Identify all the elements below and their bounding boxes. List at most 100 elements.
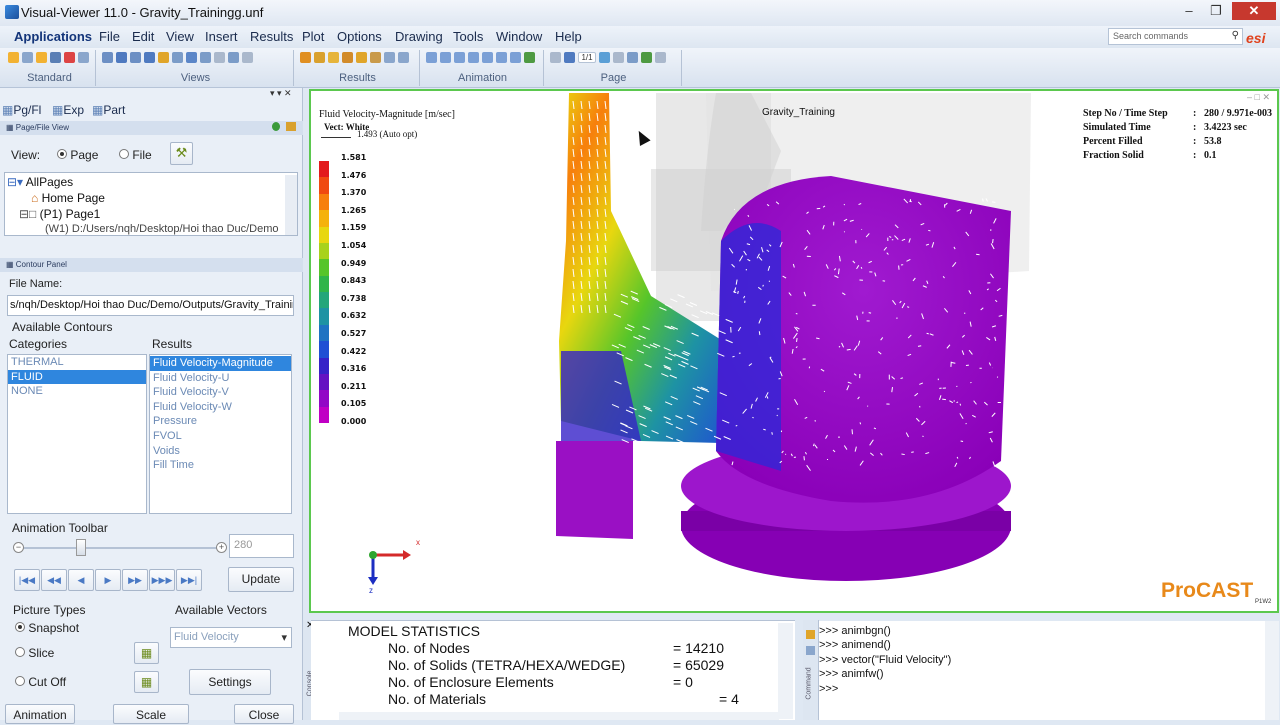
- slice-settings-icon[interactable]: ▦: [134, 642, 159, 664]
- legend-swatch: [319, 276, 329, 292]
- menu-view[interactable]: View: [166, 29, 194, 44]
- anim-fast-back-button[interactable]: ◀◀: [41, 569, 67, 591]
- console-scrollbar[interactable]: [778, 623, 793, 719]
- result-fvol[interactable]: FVOL: [150, 429, 291, 444]
- result-fluid-velocity-magnitude[interactable]: Fluid Velocity-Magnitude: [150, 356, 291, 371]
- page-icons[interactable]: 1/1: [550, 52, 666, 68]
- step-number-field[interactable]: 280: [229, 534, 294, 558]
- animation-button[interactable]: Animation: [5, 704, 75, 724]
- graphics-viewport[interactable]: Fluid Velocity-Magnitude [m/sec] Vect: W…: [309, 89, 1279, 613]
- tab-page-file-label: Pg/Fl: [13, 103, 41, 117]
- viewport-controls-icon[interactable]: – □ ✕: [1247, 92, 1270, 103]
- update-button[interactable]: Update: [228, 567, 294, 592]
- menu-file[interactable]: File: [99, 29, 120, 44]
- legend-swatch: [319, 374, 329, 390]
- tree-node-page1[interactable]: ⊟□ (P1) Page1: [19, 207, 100, 221]
- result-pressure[interactable]: Pressure: [150, 414, 291, 429]
- slider-minus-icon[interactable]: −: [13, 542, 24, 553]
- vector-select[interactable]: Fluid Velocity ▾: [170, 627, 292, 648]
- menu-applications[interactable]: Applications: [14, 29, 92, 44]
- tree-node-window1[interactable]: (W1) D:/Users/nqh/Desktop/Hoi thao Duc/D…: [45, 223, 279, 235]
- categories-list: THERMAL FLUID NONE: [7, 354, 147, 514]
- views-icons[interactable]: [102, 52, 253, 68]
- stat-label-solids: No. of Solids (TETRA/HEXA/WEDGE): [388, 657, 625, 673]
- contour-panel-title: Contour Panel: [16, 260, 67, 269]
- filter-icon[interactable]: [286, 122, 296, 131]
- result-voids[interactable]: Voids: [150, 444, 291, 459]
- result-fluid-velocity-w[interactable]: Fluid Velocity-W: [150, 400, 291, 415]
- category-thermal[interactable]: THERMAL: [8, 355, 146, 370]
- page-number-field[interactable]: 1/1: [578, 52, 596, 63]
- picture-option-cutoff[interactable]: Cut Off: [15, 675, 66, 689]
- legend-swatch: [319, 390, 329, 406]
- menu-results[interactable]: Results: [250, 29, 293, 44]
- command-clear-icon[interactable]: [806, 646, 815, 655]
- tree-node-page1-label: (P1) Page1: [40, 207, 101, 221]
- minimize-button[interactable]: –: [1176, 2, 1202, 20]
- radio-icon: [119, 149, 129, 159]
- command-run-icon[interactable]: [806, 630, 815, 639]
- result-fill-time[interactable]: Fill Time: [150, 458, 291, 473]
- menu-edit[interactable]: Edit: [132, 29, 154, 44]
- chevron-down-icon: ▾: [281, 631, 287, 644]
- view-option-file[interactable]: File: [119, 148, 152, 162]
- results-icons[interactable]: [300, 52, 409, 68]
- toolbar-group-results: Results: [296, 50, 420, 86]
- file-name-field[interactable]: s/nqh/Desktop/Hoi thao Duc/Demo/Outputs/…: [7, 295, 294, 316]
- standard-icons[interactable]: [8, 52, 89, 68]
- anim-step-forward-button[interactable]: ▶▶: [122, 569, 148, 591]
- menu-window[interactable]: Window: [496, 29, 542, 44]
- view-label: View:: [11, 148, 40, 162]
- info-value: 53.8: [1204, 136, 1222, 147]
- info-value: 0.1: [1204, 150, 1217, 161]
- animation-icons[interactable]: [426, 52, 535, 68]
- picture-option-slice[interactable]: Slice: [15, 646, 54, 660]
- view-option-page[interactable]: Page: [57, 148, 98, 162]
- command-output[interactable]: >>> animbgn() >>> animend() >>> vector("…: [819, 621, 1265, 720]
- stat-label-enclosure: No. of Enclosure Elements: [388, 674, 554, 690]
- velocity-arrow: [752, 417, 753, 418]
- tree-scrollbar[interactable]: [285, 175, 297, 235]
- refresh-icon[interactable]: [272, 122, 280, 131]
- pick-tool-button[interactable]: ⚒: [170, 142, 193, 165]
- velocity-arrow: [777, 415, 778, 416]
- anim-fast-forward-button[interactable]: ▶▶▶: [149, 569, 175, 591]
- menu-options[interactable]: Options: [337, 29, 382, 44]
- console-hscrollbar[interactable]: [339, 712, 779, 720]
- panel-controls-icon[interactable]: ▾ ▾ ✕: [270, 88, 292, 99]
- settings-button[interactable]: Settings: [189, 669, 271, 695]
- menu-help[interactable]: Help: [555, 29, 582, 44]
- menu-plot[interactable]: Plot: [302, 29, 324, 44]
- close-panel-button[interactable]: Close: [234, 704, 294, 724]
- menu-drawing[interactable]: Drawing: [395, 29, 443, 44]
- restore-button[interactable]: ❐: [1203, 2, 1229, 20]
- picture-option-snapshot[interactable]: Snapshot: [15, 621, 79, 635]
- menu-tools[interactable]: Tools: [453, 29, 483, 44]
- animation-slider-thumb[interactable]: [76, 539, 86, 556]
- result-fluid-velocity-v[interactable]: Fluid Velocity-V: [150, 385, 291, 400]
- anim-first-button[interactable]: |◀◀: [14, 569, 40, 591]
- command-scrollbar[interactable]: [1265, 621, 1279, 720]
- scale-button[interactable]: Scale: [113, 704, 189, 724]
- vector-scale-value: 1.493 (Auto opt): [357, 129, 417, 139]
- search-commands-input[interactable]: Search commands ⚲: [1108, 28, 1243, 45]
- tab-page-file[interactable]: ▦Pg/Fl: [2, 103, 41, 117]
- anim-step-back-button[interactable]: ◀: [68, 569, 94, 591]
- anim-last-button[interactable]: ▶▶|: [176, 569, 202, 591]
- cutoff-settings-icon[interactable]: ▦: [134, 671, 159, 693]
- results-label: Results: [152, 337, 192, 351]
- tab-part[interactable]: ▦Part: [92, 103, 125, 117]
- tree-node-home[interactable]: ⌂ Home Page: [31, 191, 105, 205]
- animation-slider-track[interactable]: [19, 547, 221, 549]
- search-icon[interactable]: ⚲: [1232, 30, 1239, 41]
- tab-explorer[interactable]: ▦Exp: [52, 103, 84, 117]
- tree-node-allpages[interactable]: ⊟▾ AllPages: [7, 175, 73, 189]
- anim-play-button[interactable]: ▶: [95, 569, 121, 591]
- close-button[interactable]: ✕: [1232, 2, 1276, 20]
- category-fluid[interactable]: FLUID: [8, 370, 146, 385]
- result-fluid-velocity-u[interactable]: Fluid Velocity-U: [150, 371, 291, 386]
- console-panel: MODEL STATISTICS No. of Nodes = 14210 No…: [311, 620, 795, 720]
- slider-plus-icon[interactable]: +: [216, 542, 227, 553]
- category-none[interactable]: NONE: [8, 384, 146, 399]
- menu-insert[interactable]: Insert: [205, 29, 238, 44]
